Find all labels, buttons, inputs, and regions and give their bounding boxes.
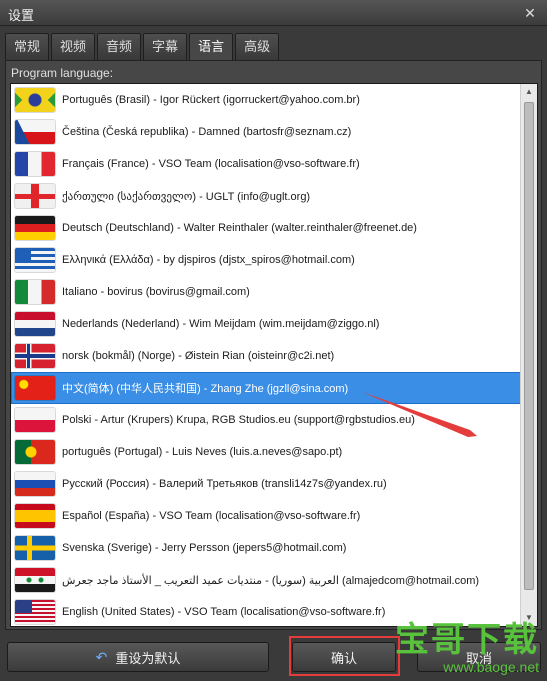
tab-language[interactable]: 语言	[189, 33, 234, 61]
language-list[interactable]: Português (Brasil) - Igor Rückert (igorr…	[10, 83, 538, 627]
tab-subtitles[interactable]: 字幕	[143, 33, 188, 60]
watermark-url: www.baoge.net	[443, 659, 539, 675]
brazil-flag-icon	[15, 88, 55, 112]
germany-flag-icon	[15, 216, 55, 240]
italy-flag-icon	[15, 280, 55, 304]
language-item[interactable]: Italiano - bovirus (bovirus@gmail.com)	[11, 276, 521, 308]
tab-advanced[interactable]: 高级	[235, 33, 280, 60]
syria-flag-icon	[15, 568, 55, 592]
sweden-flag-icon	[15, 536, 55, 560]
norway-flag-icon	[15, 344, 55, 368]
usa-flag-icon	[15, 600, 55, 624]
language-item[interactable]: Polski - Artur (Krupers) Krupa, RGB Stud…	[11, 404, 521, 436]
language-item-label: Ελληνικά (Ελλάδα) - by djspiros (djstx_s…	[62, 254, 355, 266]
language-item-label: Svenska (Sverige) - Jerry Persson (jeper…	[62, 542, 347, 554]
language-item[interactable]: Deutsch (Deutschland) - Walter Reinthale…	[11, 212, 521, 244]
title-bar: 设置 ✕	[0, 0, 547, 26]
france-flag-icon	[15, 152, 55, 176]
language-item[interactable]: Čeština (Česká republika) - Damned (bart…	[11, 116, 521, 148]
language-item[interactable]: português (Portugal) - Luis Neves (luis.…	[11, 436, 521, 468]
window-title: 设置	[8, 8, 35, 23]
language-item-label: ქართული (საქართველო) - UGLT (info@uglt.o…	[62, 190, 311, 203]
china-flag-icon	[15, 376, 55, 400]
watermark: 宝哥下载 www.baoge.net	[395, 612, 539, 675]
poland-flag-icon	[15, 408, 55, 432]
ok-highlight-box	[289, 636, 400, 676]
scrollbar[interactable]: ▲ ▼	[520, 84, 537, 626]
spain-flag-icon	[15, 504, 55, 528]
language-item[interactable]: العربية (سوريا) - منتديات عميد التعريب _…	[11, 564, 521, 596]
language-item-label: Nederlands (Nederland) - Wim Meijdam (wi…	[62, 318, 380, 330]
language-item-label: English (United States) - VSO Team (loca…	[62, 606, 386, 618]
georgia-flag-icon	[15, 184, 55, 208]
language-item-label: العربية (سوريا) - منتديات عميد التعريب _…	[62, 574, 480, 587]
language-item-label: Português (Brasil) - Igor Rückert (igorr…	[62, 94, 360, 106]
reset-default-button[interactable]: ↶ 重设为默认	[7, 642, 269, 672]
close-icon[interactable]: ✕	[521, 4, 539, 22]
language-item[interactable]: Svenska (Sverige) - Jerry Persson (jeper…	[11, 532, 521, 564]
language-item[interactable]: norsk (bokmål) (Norge) - Øistein Rian (o…	[11, 340, 521, 372]
language-item[interactable]: Français (France) - VSO Team (localisati…	[11, 148, 521, 180]
tab-bar: 常规 视频 音频 字幕 语言 高级	[5, 33, 281, 61]
language-item[interactable]: Ελληνικά (Ελλάδα) - by djspiros (djstx_s…	[11, 244, 521, 276]
language-item-label: português (Portugal) - Luis Neves (luis.…	[62, 446, 343, 458]
language-item-label: Deutsch (Deutschland) - Walter Reinthale…	[62, 222, 417, 234]
tab-video[interactable]: 视频	[51, 33, 96, 60]
language-item-label: Polski - Artur (Krupers) Krupa, RGB Stud…	[62, 414, 415, 426]
language-item-label: Italiano - bovirus (bovirus@gmail.com)	[62, 286, 250, 298]
language-item[interactable]: ქართული (საქართველო) - UGLT (info@uglt.o…	[11, 180, 521, 212]
greece-flag-icon	[15, 248, 55, 272]
portugal-flag-icon	[15, 440, 55, 464]
language-item-label: Русский (Россия) - Валерий Третьяков (tr…	[62, 478, 387, 490]
netherlands-flag-icon	[15, 312, 55, 336]
language-item[interactable]: Español (España) - VSO Team (localisatio…	[11, 500, 521, 532]
language-rows: Português (Brasil) - Igor Rückert (igorr…	[11, 84, 521, 626]
czech-flag-icon	[15, 120, 55, 144]
language-item-label: Español (España) - VSO Team (localisatio…	[62, 510, 361, 522]
scrollbar-thumb[interactable]	[524, 102, 534, 590]
language-item[interactable]: Русский (Россия) - Валерий Третьяков (tr…	[11, 468, 521, 500]
language-item-label: 中文(简体) (中华人民共和国) - Zhang Zhe (jgzll@sina…	[62, 383, 349, 395]
reset-icon: ↶	[95, 648, 108, 665]
language-item[interactable]: 中文(简体) (中华人民共和国) - Zhang Zhe (jgzll@sina…	[11, 372, 521, 404]
language-item-label: Čeština (Česká republika) - Damned (bart…	[62, 126, 352, 138]
tab-audio[interactable]: 音频	[97, 33, 142, 60]
language-panel: Program language: Português (Brasil) - I…	[5, 60, 542, 630]
language-item-label: Français (France) - VSO Team (localisati…	[62, 158, 360, 170]
language-item[interactable]: Nederlands (Nederland) - Wim Meijdam (wi…	[11, 308, 521, 340]
program-language-label: Program language:	[11, 66, 114, 80]
scroll-up-icon[interactable]: ▲	[521, 84, 537, 100]
tab-general[interactable]: 常规	[5, 33, 50, 60]
russia-flag-icon	[15, 472, 55, 496]
language-item[interactable]: Português (Brasil) - Igor Rückert (igorr…	[11, 84, 521, 116]
language-item-label: norsk (bokmål) (Norge) - Øistein Rian (o…	[62, 350, 335, 362]
watermark-logo: 宝哥下载	[395, 620, 539, 660]
reset-default-label: 重设为默认	[115, 650, 181, 666]
